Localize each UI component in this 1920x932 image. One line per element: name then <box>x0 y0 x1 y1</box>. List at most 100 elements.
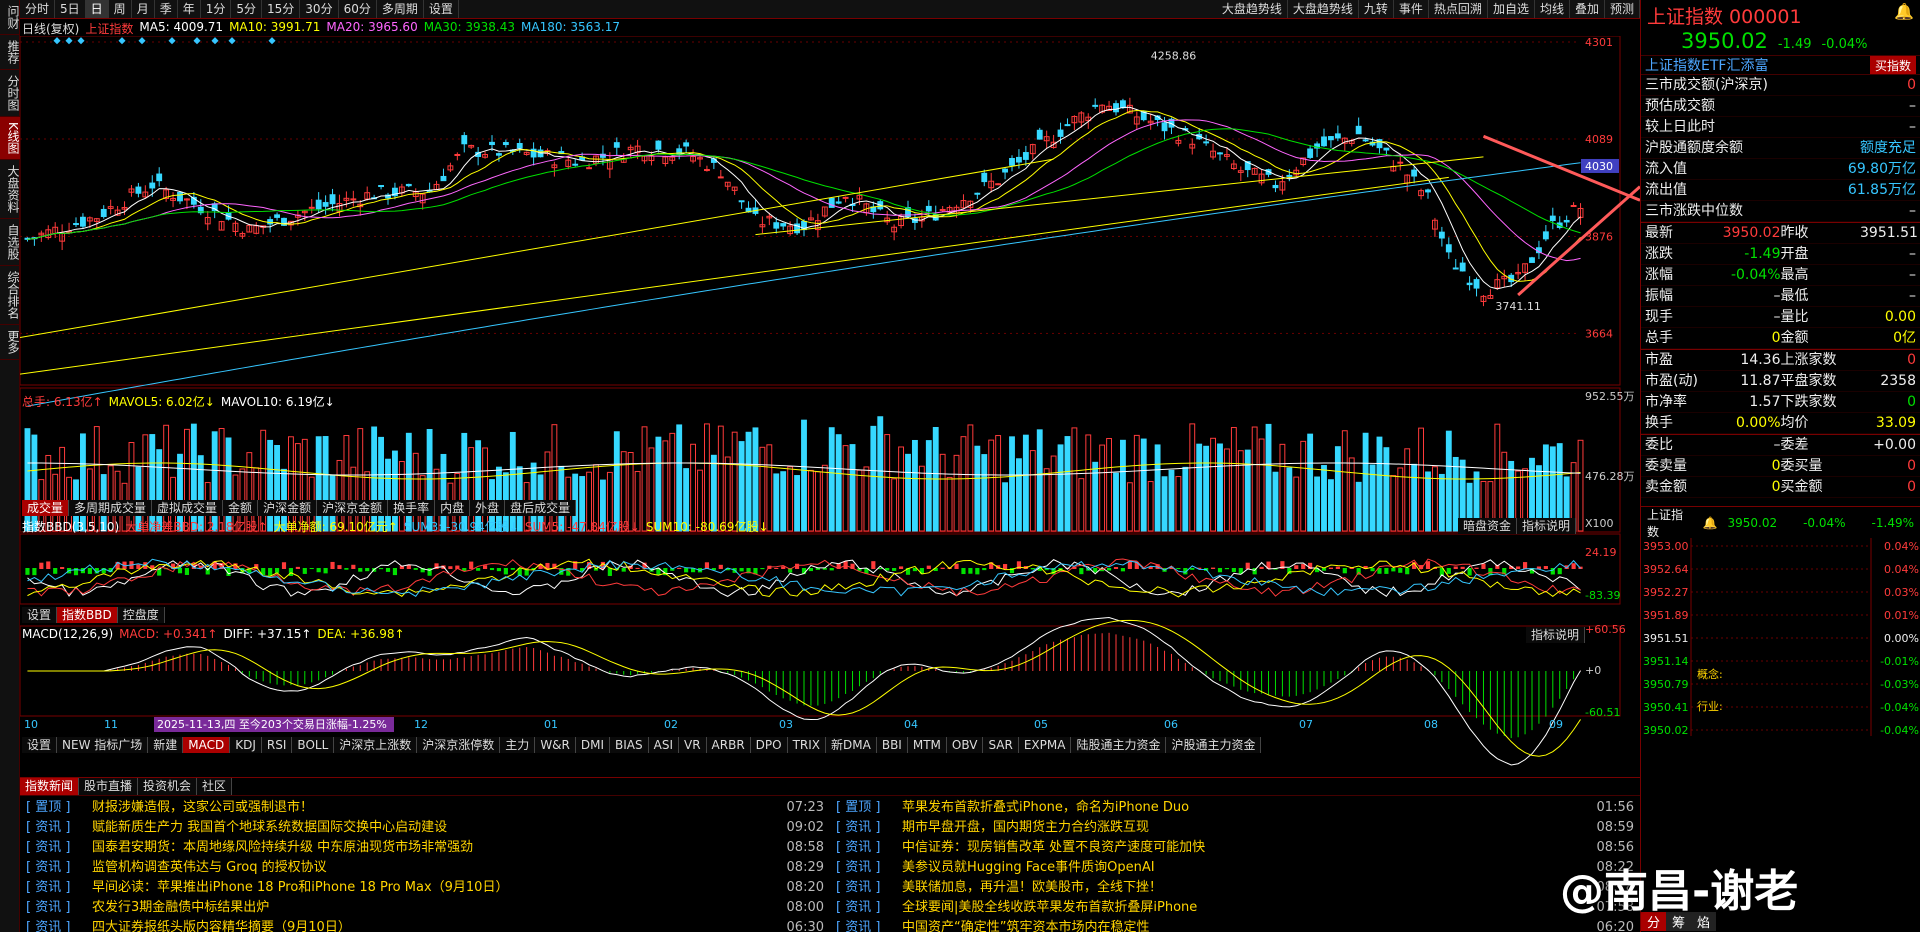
period-tab-2[interactable]: 日 <box>85 0 109 18</box>
event-marker[interactable] <box>268 37 276 45</box>
leftbar-item-6[interactable]: 综合排名 <box>0 266 20 325</box>
toolbar-right-3[interactable]: 事件 <box>1394 0 1429 18</box>
news-item[interactable]: [ 资讯 ] 期市早盘开盘，国内期货主力合约涨跌互现 08:59 <box>836 818 1640 838</box>
intraday-mini-chart[interactable]: 3953.00 0.04% 3952.64 0.04% 3952.27 0.03% 3951… <box>1641 538 1920 737</box>
etf-link[interactable]: 上证指数ETF汇添富 <box>1645 56 1768 74</box>
toolbar-right-5[interactable]: 加自选 <box>1488 0 1535 18</box>
news-title[interactable]: 中信证券：现房销售改革 处置不良资产速度可能加快 <box>902 838 1590 858</box>
tab-item[interactable]: 换手率 <box>388 500 436 516</box>
tab-item[interactable]: 暗盘资金 <box>1458 518 1518 534</box>
leftbar-item-4[interactable]: 大盘资料 <box>0 160 20 219</box>
period-tab-9[interactable]: 15分 <box>262 0 301 18</box>
tab-item[interactable]: 陆股通主力资金 <box>1071 737 1167 753</box>
tab-item[interactable]: 金额 <box>223 500 259 516</box>
toolbar-right-6[interactable]: 均线 <box>1535 0 1570 18</box>
macd-help-button[interactable]: 指标说明 <box>1526 627 1586 643</box>
bell-icon[interactable]: 🔔 <box>1703 516 1718 530</box>
leftbar-item-3[interactable]: K线图 <box>0 117 20 160</box>
tab-item[interactable]: RSI <box>261 737 293 753</box>
index-name[interactable]: 上证指数 <box>85 20 133 36</box>
tab-item[interactable]: 主力 <box>500 737 536 753</box>
leftbar-item-2[interactable]: 分时图 <box>0 70 20 117</box>
event-marker[interactable] <box>193 37 201 45</box>
news-item[interactable]: [ 置顶 ] 苹果发布首款折叠式iPhone，命名为iPhone Duo 01:56 <box>836 798 1640 818</box>
news-title[interactable]: 农发行3期金融债中标结果出炉 <box>92 898 780 918</box>
tab-item[interactable]: 外盘 <box>470 500 506 516</box>
tab-item[interactable]: MTM <box>907 737 947 753</box>
news-title[interactable]: 期市早盘开盘，国内期货主力合约涨跌互现 <box>902 818 1590 838</box>
tab-item[interactable]: 沪深京涨停数 <box>417 737 501 753</box>
tab-item[interactable]: 投资机会 <box>138 778 198 795</box>
tab-item[interactable]: 新DMA <box>826 737 877 753</box>
period-tab-1[interactable]: 5日 <box>55 0 86 18</box>
news-item[interactable]: [ 资讯 ] 中信证券：现房销售改革 处置不良资产速度可能加快 08:56 <box>836 838 1640 858</box>
tab-item[interactable]: SAR <box>983 737 1019 753</box>
toolbar-right-7[interactable]: 叠加 <box>1570 0 1605 18</box>
period-tab-12[interactable]: 多周期 <box>377 0 424 18</box>
tab-item[interactable]: BIAS <box>610 737 649 753</box>
tab-item[interactable]: 沪深金额 <box>258 500 318 516</box>
leftbar-item-0[interactable]: 问财 <box>0 0 20 35</box>
tab-item[interactable]: 股市直播 <box>79 778 139 795</box>
event-marker[interactable] <box>211 37 219 45</box>
tab-item[interactable]: 社区 <box>197 778 233 795</box>
news-item[interactable]: [ 资讯 ] 四大证券报纸头版内容精华摘要（9月10日） 06:30 <box>26 918 830 932</box>
event-marker[interactable] <box>77 37 85 45</box>
toolbar-right-4[interactable]: 热点回溯 <box>1429 0 1488 18</box>
event-marker[interactable] <box>118 37 126 45</box>
news-item[interactable]: [ 资讯 ] 早间必读：苹果推出iPhone 18 Pro和iPhone 18 P… <box>26 878 830 898</box>
period-tab-8[interactable]: 5分 <box>231 0 263 18</box>
event-marker[interactable] <box>53 37 61 45</box>
tab-item[interactable]: VR <box>679 737 707 753</box>
tab-item[interactable]: 指标说明 <box>1517 518 1577 534</box>
news-title[interactable]: 财报涉嫌造假，这家公司或强制退市！ <box>92 798 780 818</box>
tab-item[interactable]: 新建 <box>148 737 184 753</box>
period-tab-5[interactable]: 季 <box>155 0 178 18</box>
event-marker[interactable] <box>138 37 146 45</box>
news-item[interactable]: [ 资讯 ] 美参议员就Hugging Face事件质询OpenAI 08:22 <box>836 858 1640 878</box>
news-item[interactable]: [ 资讯 ] 监管机构调查英伟达与 Groq 的授权协议 08:29 <box>26 858 830 878</box>
period-tab-6[interactable]: 年 <box>178 0 201 18</box>
tab-item[interactable]: BBI <box>876 737 908 753</box>
news-item[interactable]: [ 置顶 ] 财报涉嫌造假，这家公司或强制退市！ 07:23 <box>26 798 830 818</box>
period-tab-4[interactable]: 月 <box>132 0 155 18</box>
news-item[interactable]: [ 资讯 ] 农发行3期金融债中标结果出炉 08:00 <box>26 898 830 918</box>
event-marker[interactable] <box>65 37 73 45</box>
tab-item[interactable]: 沪深京上涨数 <box>334 737 418 753</box>
news-title[interactable]: 早间必读：苹果推出iPhone 18 Pro和iPhone 18 Pro Max… <box>92 878 780 898</box>
news-title[interactable]: 苹果发布首款折叠式iPhone，命名为iPhone Duo <box>902 798 1590 818</box>
tab-item[interactable]: 虚拟成交量 <box>152 500 224 516</box>
period-tab-13[interactable]: 设置 <box>424 0 459 18</box>
tab-item[interactable]: MACD <box>183 737 231 753</box>
tab-item[interactable]: 指数新闻 <box>20 778 80 795</box>
news-title[interactable]: 四大证券报纸头版内容精华摘要（9月10日） <box>92 918 780 932</box>
tab-item[interactable]: TRIX <box>787 737 827 753</box>
news-title[interactable]: 中国资产“确定性”筑牢资本市场内在稳定性 <box>902 918 1590 932</box>
tab-item[interactable]: ARBR <box>706 737 751 753</box>
news-item[interactable]: [ 资讯 ] 赋能新质生产力 我国首个地球系统数据国际交换中心启动建设 09:02 <box>26 818 830 838</box>
tab-item[interactable]: 内盘 <box>435 500 471 516</box>
tab-item[interactable]: W&R <box>535 737 576 753</box>
tab-item[interactable]: OBV <box>946 737 984 753</box>
period-tab-10[interactable]: 30分 <box>300 0 339 18</box>
leftbar-item-7[interactable]: 更多 <box>0 325 20 360</box>
toolbar-right-1[interactable]: 大盘趋势线 <box>1288 0 1359 18</box>
toolbar-right-0[interactable]: 大盘趋势线 <box>1217 0 1288 18</box>
event-marker[interactable] <box>168 37 176 45</box>
tab-item[interactable]: ASI <box>648 737 679 753</box>
news-title[interactable]: 全球要闻|美股全线收跌苹果发布首款折叠屏iPhone <box>902 898 1590 918</box>
leftbar-item-1[interactable]: 推荐 <box>0 35 20 70</box>
tab-item[interactable]: 控盘度 <box>117 607 165 623</box>
toolbar-right-2[interactable]: 九转 <box>1359 0 1394 18</box>
tab-item[interactable]: 沪深京金额 <box>317 500 389 516</box>
tab-item[interactable]: 多周期成交量 <box>69 500 153 516</box>
tab-item[interactable]: 盘后成交量 <box>505 500 577 516</box>
event-marker[interactable] <box>228 37 236 45</box>
period-tab-3[interactable]: 周 <box>109 0 132 18</box>
news-title[interactable]: 美联储加息，再升温！欧美股市，全线下挫！ <box>902 878 1590 898</box>
tab-item[interactable]: 设置 <box>22 737 58 753</box>
tab-item[interactable]: KDJ <box>230 737 262 753</box>
bell-icon[interactable]: 🔔 <box>1894 2 1914 25</box>
leftbar-item-5[interactable]: 自选股 <box>0 219 20 266</box>
news-title[interactable]: 监管机构调查英伟达与 Groq 的授权协议 <box>92 858 780 878</box>
